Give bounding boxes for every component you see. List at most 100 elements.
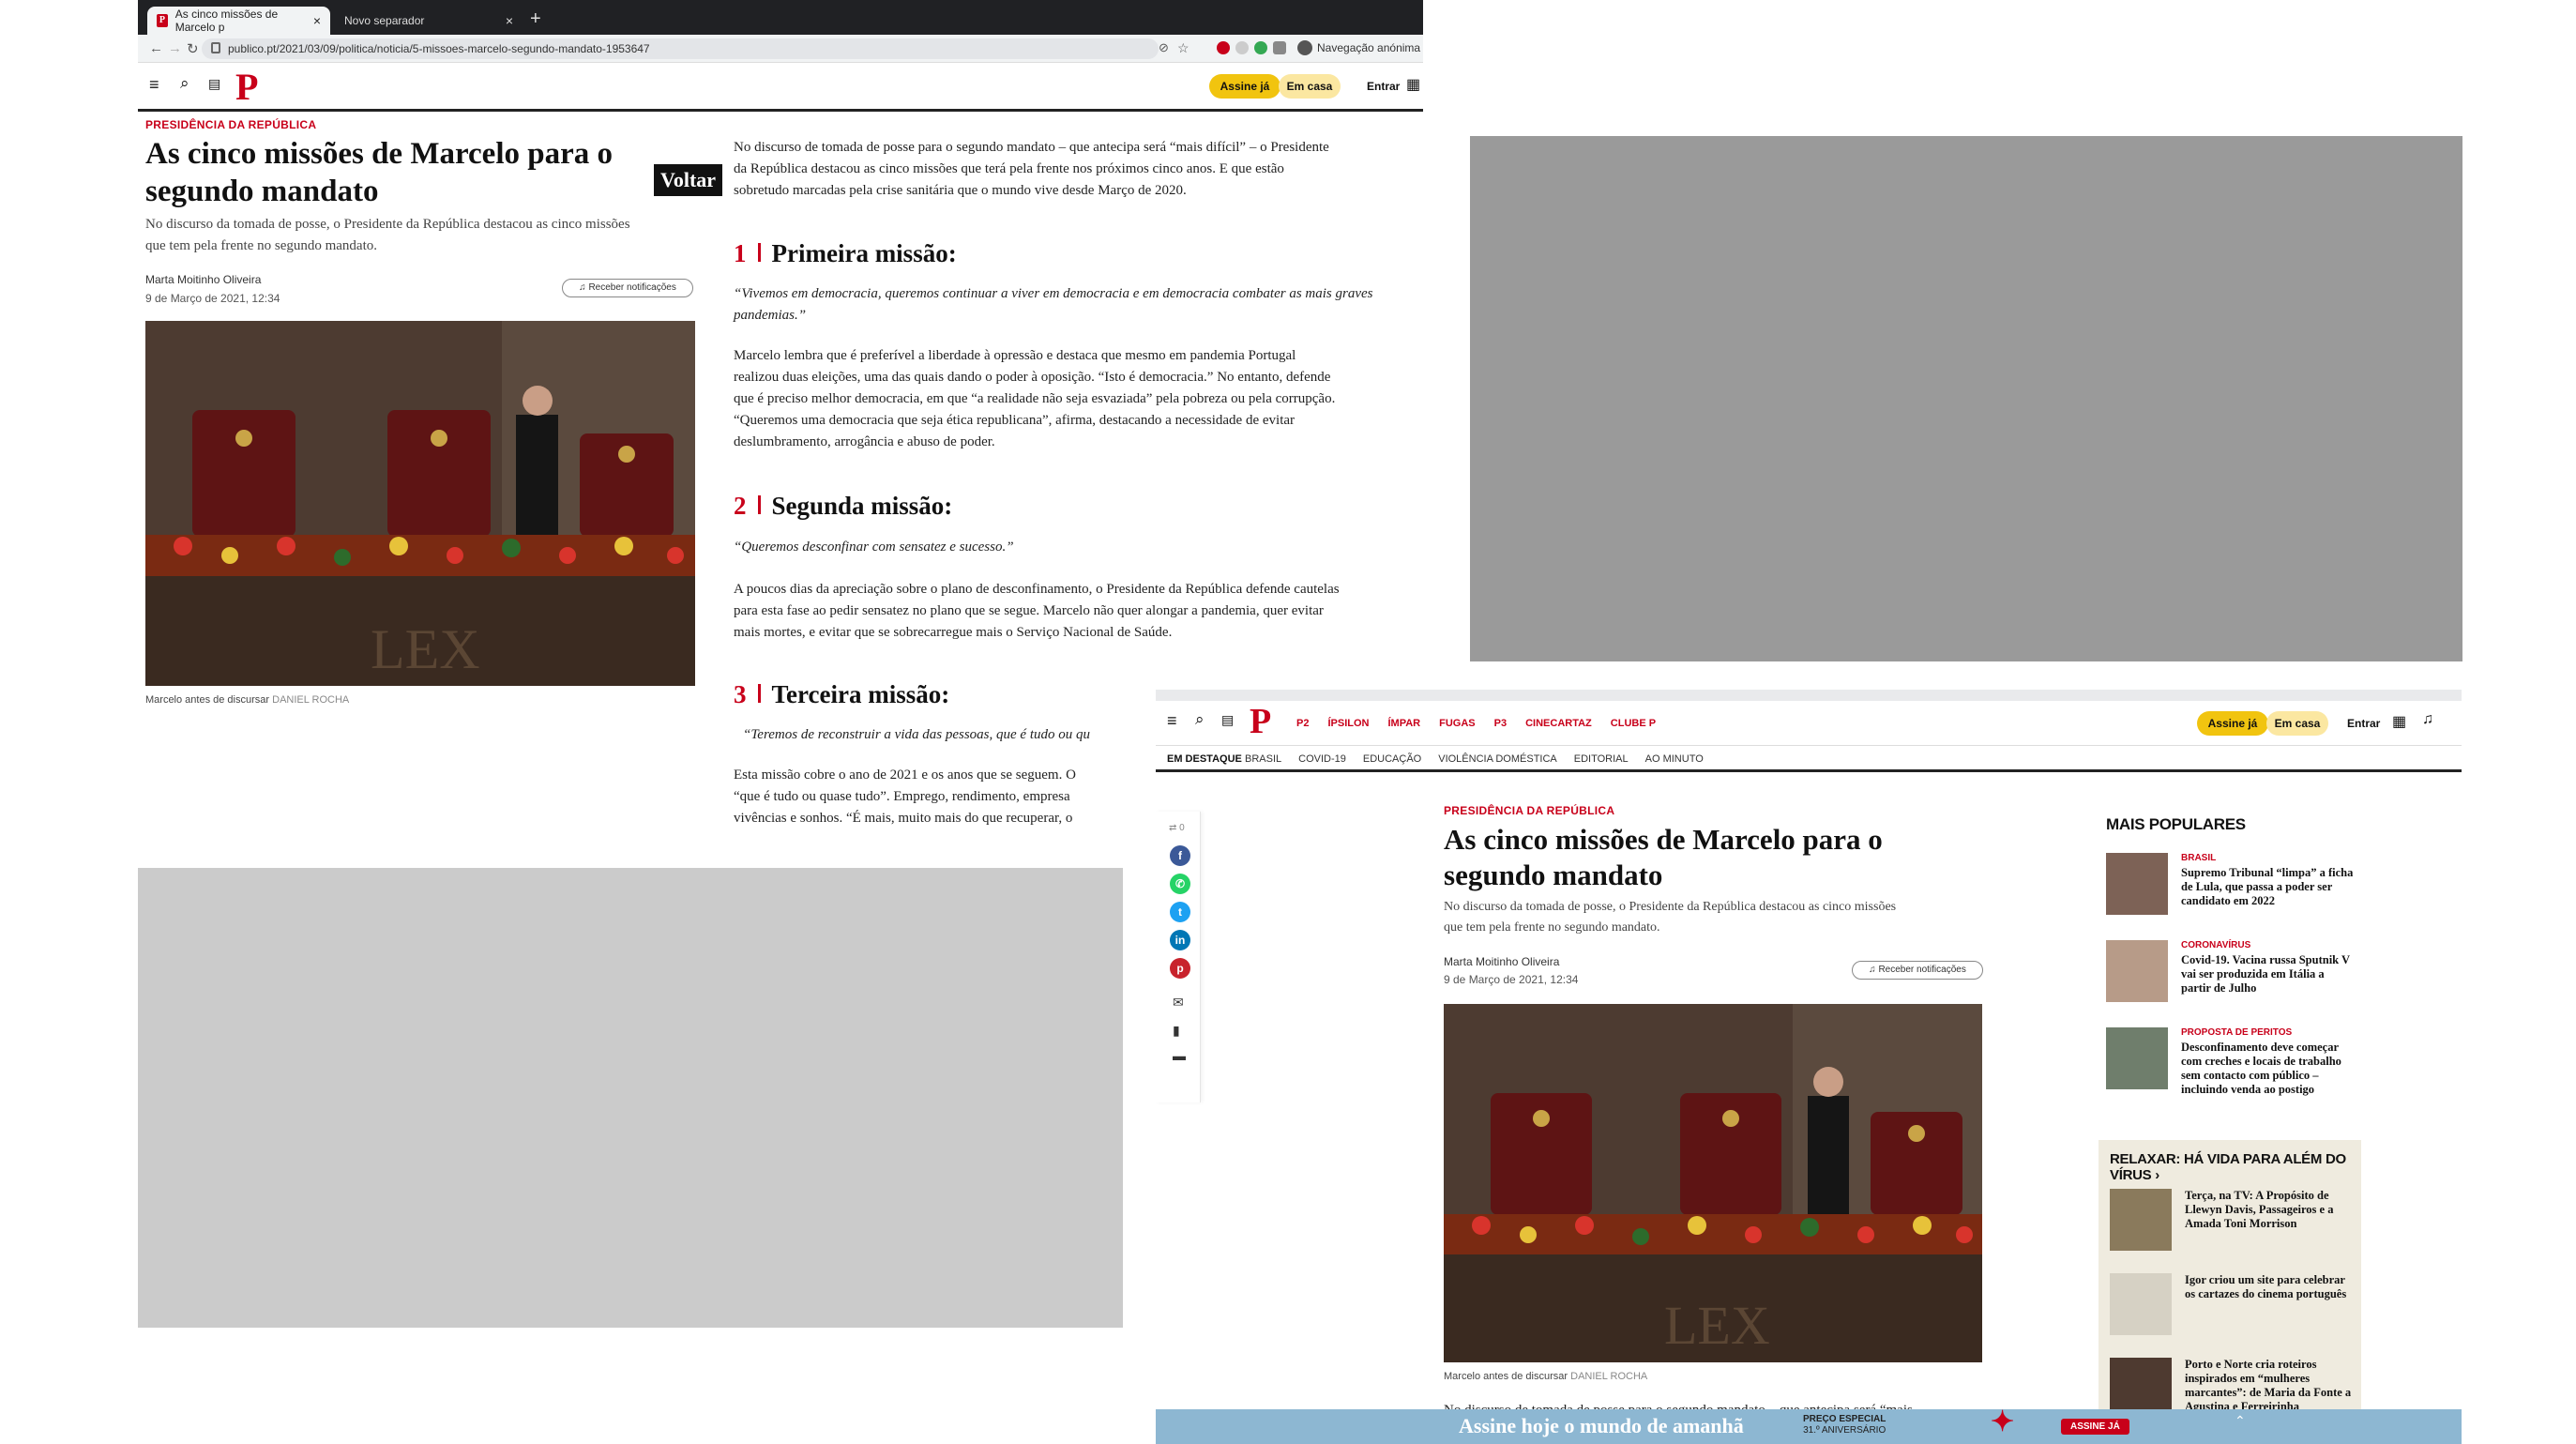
back-icon[interactable]: ←: [149, 40, 163, 56]
banner-subscribe-button[interactable]: ASSINE JÁ: [2061, 1419, 2129, 1435]
extension-icon[interactable]: [1235, 41, 1249, 54]
newspaper-icon[interactable]: ▤: [208, 76, 220, 92]
popular-category: CORONAVÍRUS: [2181, 940, 2251, 950]
topic-educacao[interactable]: EDUCAÇÃO: [1363, 753, 1421, 765]
tab-new[interactable]: Novo separador ×: [335, 7, 523, 35]
share-count-value: 0: [1179, 823, 1185, 833]
body-line: mais mortes, e evitar que se sobrecarreg…: [734, 625, 1173, 640]
body-line: para esta fase ao pedir sensatez no plan…: [734, 603, 1324, 618]
special-label: PREÇO ESPECIAL: [1803, 1414, 1887, 1424]
mission-3-quote: “Teremos de reconstruir a vida das pesso…: [743, 727, 1090, 742]
popular-item[interactable]: PROPOSTA DE PERITOS Desconfinamento deve…: [2106, 1027, 2378, 1121]
article-kicker[interactable]: PRESIDÊNCIA DA REPÚBLICA: [145, 118, 316, 131]
lead-line: que tem pela frente no segundo mandato.: [145, 238, 378, 253]
close-tab-icon[interactable]: ×: [506, 13, 513, 28]
qr-icon[interactable]: ▦: [2392, 712, 2406, 731]
menu-icon[interactable]: ≡: [149, 75, 159, 95]
publico-logo[interactable]: P: [235, 65, 258, 109]
bookmark-icon[interactable]: ▮: [1173, 1023, 1180, 1039]
relax-title-text: RELAXAR: HÁ VIDA PARA ALÉM DO VÍRUS: [2110, 1151, 2346, 1183]
comment-icon[interactable]: ▬: [1173, 1048, 1186, 1063]
search-icon[interactable]: ⌕: [180, 74, 189, 93]
eye-off-icon[interactable]: ⊘: [1159, 40, 1169, 55]
notifications-label: Receber notificações: [1878, 965, 1966, 975]
nav-p3[interactable]: P3: [1494, 718, 1507, 729]
extension-icon[interactable]: [1254, 41, 1267, 54]
em-casa-button[interactable]: Em casa: [1279, 74, 1341, 99]
body-line: Marcelo lembra que é preferível a liberd…: [734, 348, 1296, 363]
nav-clube-p[interactable]: CLUBE P: [1611, 718, 1656, 729]
facebook-icon[interactable]: f: [1170, 845, 1190, 866]
relax-item[interactable]: Terça, na TV: A Propósito de Llewyn Davi…: [2110, 1189, 2363, 1264]
nav-ipsilon[interactable]: ÍPSILON: [1327, 718, 1369, 729]
reload-icon[interactable]: ↻: [187, 40, 199, 57]
mission-title: Segunda missão:: [771, 492, 953, 520]
relax-item[interactable]: Igor criou um site para celebrar os cart…: [2110, 1273, 2363, 1348]
login-link[interactable]: Entrar: [1367, 80, 1400, 93]
menu-icon[interactable]: ≡: [1167, 711, 1177, 731]
topic-ao-minuto[interactable]: AO MINUTO: [1645, 753, 1704, 765]
publish-date: 9 de Março de 2021, 12:34: [145, 292, 280, 305]
login-link[interactable]: Entrar: [2347, 717, 2380, 730]
extension-icon[interactable]: [1217, 41, 1230, 54]
qr-icon[interactable]: ▦: [1406, 75, 1420, 94]
star-icon[interactable]: ☆: [1177, 40, 1190, 56]
title-line: segundo mandato: [1444, 859, 1663, 891]
mission-2-body: A poucos dias da apreciação sobre o plan…: [734, 579, 1423, 644]
close-tab-icon[interactable]: ×: [313, 13, 321, 28]
linkedin-icon[interactable]: in: [1170, 930, 1190, 950]
article-kicker[interactable]: PRESIDÊNCIA DA REPÚBLICA: [1444, 804, 1614, 817]
subscription-banner[interactable]: Assine hoje o mundo de amanhã PREÇO ESPE…: [1156, 1406, 2462, 1444]
tab-article[interactable]: P As cinco missões de Marcelo p ×: [147, 7, 330, 35]
topic-violencia[interactable]: VIOLÊNCIA DOMÉSTICA: [1438, 753, 1557, 765]
publico-logo[interactable]: P: [1250, 701, 1271, 742]
mission-number: 1: [734, 239, 747, 267]
notifications-button[interactable]: ♫ Receber notificações: [1852, 961, 1983, 980]
puzzle-icon[interactable]: [1273, 41, 1286, 54]
newspaper-icon[interactable]: ▤: [1221, 712, 1234, 728]
whatsapp-icon[interactable]: ✆: [1170, 874, 1190, 894]
notifications-button[interactable]: ♫ Receber notificações: [562, 279, 693, 297]
tab-strip: P As cinco missões de Marcelo p × Novo s…: [138, 0, 1423, 35]
forward-icon[interactable]: →: [168, 40, 182, 56]
relax-headline: Terça, na TV: A Propósito de Llewyn Davi…: [2185, 1189, 2334, 1230]
relax-title[interactable]: RELAXAR: HÁ VIDA PARA ALÉM DO VÍRUS ›: [2110, 1151, 2361, 1183]
url-field[interactable]: publico.pt/2021/03/09/politica/noticia/5…: [202, 38, 1159, 59]
topic-editorial[interactable]: EDITORIAL: [1574, 753, 1629, 765]
relax-box: RELAXAR: HÁ VIDA PARA ALÉM DO VÍRUS › Te…: [2099, 1140, 2361, 1444]
nav-cinecartaz[interactable]: CINECARTAZ: [1525, 718, 1592, 729]
popular-item[interactable]: CORONAVÍRUS Covid-19. Vacina russa Sputn…: [2106, 940, 2378, 1015]
anniversary-label: 31.º ANIVERSÁRIO: [1803, 1425, 1887, 1436]
incognito-indicator[interactable]: Navegação anónima: [1297, 40, 1420, 55]
special-price: PREÇO ESPECIAL 31.º ANIVERSÁRIO: [1803, 1414, 1886, 1436]
nav-p2[interactable]: P2: [1296, 718, 1309, 729]
parliament-photo: LEX: [145, 321, 695, 686]
em-casa-button[interactable]: Em casa: [2266, 711, 2328, 736]
nav-impar[interactable]: ÍMPAR: [1387, 718, 1420, 729]
popular-category: PROPOSTA DE PERITOS: [2181, 1027, 2293, 1038]
pinterest-icon[interactable]: p: [1170, 958, 1190, 979]
chevron-up-icon[interactable]: ⌃: [2235, 1413, 2246, 1429]
nav-fugas[interactable]: FUGAS: [1439, 718, 1476, 729]
thumbnail-image: [2106, 1027, 2168, 1089]
back-overlay-label[interactable]: Voltar: [654, 164, 723, 196]
share-count: ⇄ 0: [1169, 823, 1185, 833]
topic-covid[interactable]: COVID-19: [1298, 753, 1346, 765]
mission-title: Primeira missão:: [771, 239, 957, 267]
email-icon[interactable]: ✉: [1173, 995, 1184, 1011]
search-icon[interactable]: ⌕: [1195, 710, 1205, 729]
bell-icon[interactable]: ♫: [2422, 711, 2433, 728]
new-tab-icon[interactable]: +: [530, 8, 541, 30]
topic-brasil[interactable]: BRASIL: [1245, 753, 1281, 765]
photo-credit: DANIEL ROCHA: [1570, 1371, 1648, 1382]
subscribe-button[interactable]: Assine já: [1209, 74, 1280, 99]
author-name[interactable]: Marta Moitinho Oliveira: [145, 273, 261, 286]
popular-item[interactable]: BRASIL Supremo Tribunal “limpa” a ficha …: [2106, 853, 2378, 928]
intro-paragraph: No discurso de tomada de posse para o se…: [734, 137, 1423, 202]
mission-1-heading: 1 Primeira missão:: [734, 239, 957, 268]
subscribe-button[interactable]: Assine já: [2197, 711, 2268, 736]
article-photo[interactable]: LEX: [145, 321, 695, 686]
author-name[interactable]: Marta Moitinho Oliveira: [1444, 955, 1559, 968]
twitter-icon[interactable]: t: [1170, 902, 1190, 922]
article-photo[interactable]: LEX: [1444, 1004, 1982, 1362]
